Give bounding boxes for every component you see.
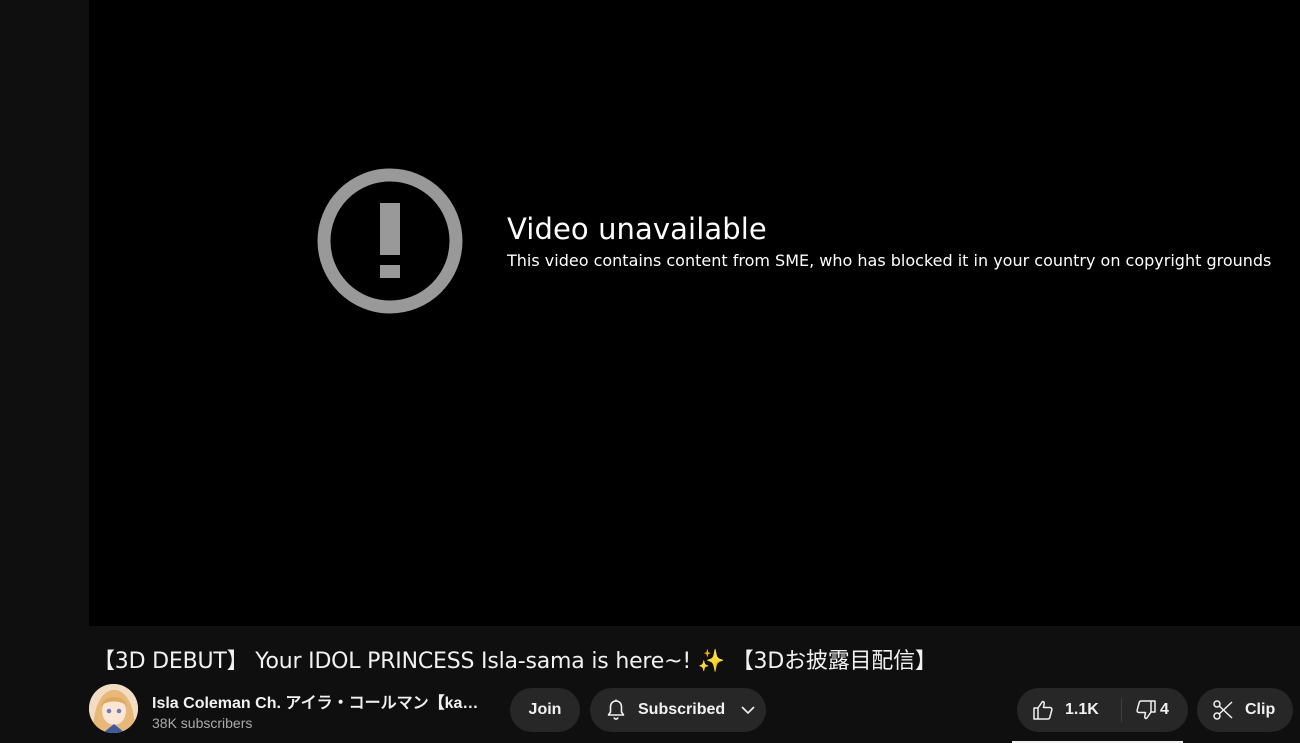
thumbs-down-icon <box>1136 700 1156 720</box>
subscriber-count: 38K subscribers <box>152 715 253 731</box>
like-count: 1.1K <box>1065 701 1099 718</box>
thumbs-up-icon <box>1033 700 1053 720</box>
subscribed-label: Subscribed <box>638 701 726 718</box>
avatar-image <box>89 684 138 733</box>
video-title: 【3D DEBUT】 Your IDOL PRINCESS Isla-sama … <box>93 643 937 675</box>
error-icon <box>317 168 463 314</box>
clip-label: Clip <box>1245 701 1276 718</box>
error-reason: This video contains content from SME, wh… <box>507 251 1272 270</box>
like-dislike-group: 1.1K 4 <box>1017 688 1188 732</box>
dislike-button[interactable]: 4 <box>1122 688 1169 732</box>
like-button[interactable]: 1.1K <box>1017 688 1121 732</box>
video-player[interactable]: Video unavailable This video contains co… <box>89 0 1300 626</box>
clip-button[interactable]: Clip <box>1197 688 1293 732</box>
channel-avatar[interactable] <box>89 684 138 733</box>
subscribed-button[interactable]: Subscribed <box>590 688 766 732</box>
video-title-part1: 【3D DEBUT】 Your IDOL PRINCESS Isla-sama … <box>93 649 698 674</box>
join-button[interactable]: Join <box>510 688 580 732</box>
error-title: Video unavailable <box>507 212 767 246</box>
scissors-icon <box>1213 700 1233 720</box>
join-label: Join <box>528 701 562 718</box>
sparkle-emoji: ✨ <box>697 649 725 674</box>
left-rail <box>0 0 89 743</box>
watch-page: Video unavailable This video contains co… <box>0 0 1300 743</box>
channel-name[interactable]: Isla Coleman Ch. アイラ・コールマン【kaw… <box>152 689 482 713</box>
bell-icon <box>607 699 625 720</box>
chevron-down-icon <box>741 706 755 715</box>
dislike-count: 4 <box>1160 701 1169 718</box>
video-title-part2: 【3Dお披露目配信】 <box>724 649 937 674</box>
